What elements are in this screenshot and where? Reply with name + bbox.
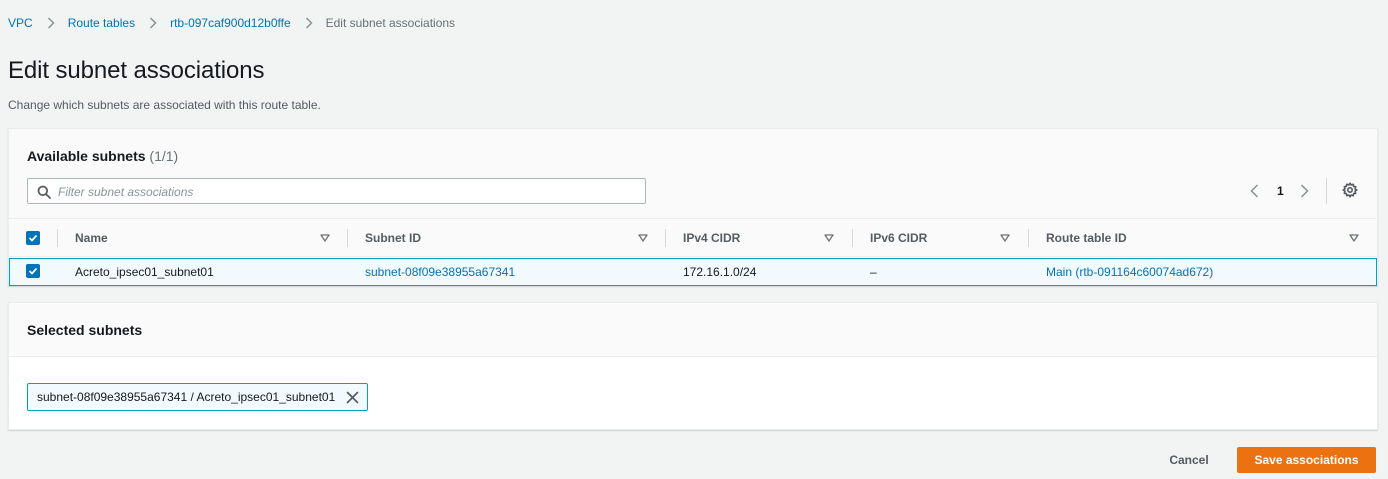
cancel-button[interactable]: Cancel — [1154, 447, 1224, 473]
selected-subnets-title: Selected subnets — [27, 322, 143, 338]
sort-caret-icon[interactable] — [638, 233, 648, 243]
column-header-name[interactable]: Name — [75, 219, 108, 257]
select-all-checkbox[interactable] — [26, 231, 40, 245]
available-subnets-count: (1/1) — [149, 148, 179, 164]
column-header-ipv6-cidr[interactable]: IPv6 CIDR — [870, 219, 927, 257]
available-subnets-title: Available subnets (1/1) — [27, 148, 178, 164]
checkmark-icon — [28, 267, 38, 275]
selected-subnet-token: subnet-08f09e38955a67341 / Acreto_ipsec0… — [27, 383, 369, 411]
pagination: 1 — [1247, 181, 1312, 201]
cell-subnet-id-link[interactable]: subnet-08f09e38955a67341 — [365, 259, 515, 285]
cell-ipv6-cidr: – — [870, 265, 877, 279]
breadcrumb-vpc[interactable]: VPC — [8, 16, 33, 30]
pager-divider — [1326, 178, 1327, 204]
sort-caret-icon[interactable] — [1349, 233, 1359, 243]
available-subnets-header: Available subnets (1/1) 1 — [9, 129, 1377, 219]
filter-box[interactable] — [27, 178, 646, 204]
close-icon[interactable] — [346, 391, 359, 404]
column-header-route-table-id[interactable]: Route table ID — [1046, 219, 1127, 257]
cell-route-table-link[interactable]: Main (rtb-091164c60074ad672) — [1046, 259, 1213, 285]
breadcrumb-current: Edit subnet associations — [325, 16, 456, 30]
column-divider — [347, 229, 348, 247]
column-divider — [57, 229, 58, 247]
save-associations-button[interactable]: Save associations — [1237, 447, 1376, 473]
available-subnets-panel: Available subnets (1/1) 1 — [8, 128, 1378, 286]
token-label: subnet-08f09e38955a67341 / Acreto_ipsec0… — [37, 390, 336, 404]
sort-caret-icon[interactable] — [824, 233, 834, 243]
chevron-right-icon[interactable] — [1298, 181, 1312, 201]
chevron-right-icon — [305, 17, 313, 29]
row-checkbox[interactable] — [26, 264, 40, 278]
breadcrumb-route-tables[interactable]: Route tables — [68, 16, 135, 30]
selected-subnets-panel: Selected subnets subnet-08f09e38955a6734… — [8, 302, 1378, 430]
chevron-right-icon — [47, 17, 55, 29]
breadcrumb: VPC Route tables rtb-097caf900d12b0ffe E… — [8, 16, 455, 30]
column-divider — [665, 229, 666, 247]
breadcrumb-route-table-id[interactable]: rtb-097caf900d12b0ffe — [170, 16, 291, 30]
table-header: Name Subnet ID IPv4 CIDR IPv6 CIDR Route… — [9, 219, 1377, 257]
table-row[interactable]: Acreto_ipsec01_subnet01 subnet-08f09e389… — [9, 258, 1377, 286]
checkmark-icon — [28, 234, 38, 242]
sort-caret-icon[interactable] — [320, 233, 330, 243]
column-header-ipv4-cidr[interactable]: IPv4 CIDR — [683, 219, 740, 257]
column-header-subnet-id[interactable]: Subnet ID — [365, 219, 421, 257]
page-number[interactable]: 1 — [1277, 184, 1284, 198]
chevron-right-icon — [149, 17, 157, 29]
filter-input[interactable] — [58, 183, 638, 200]
chevron-left-icon[interactable] — [1247, 181, 1261, 201]
cell-name: Acreto_ipsec01_subnet01 — [75, 265, 214, 279]
column-divider — [852, 229, 853, 247]
page-description: Change which subnets are associated with… — [8, 98, 321, 112]
selected-subnets-header: Selected subnets — [9, 303, 1377, 357]
column-divider — [1028, 229, 1029, 247]
cell-ipv4-cidr: 172.16.1.0/24 — [683, 265, 757, 279]
page-title: Edit subnet associations — [8, 57, 265, 84]
sort-caret-icon[interactable] — [1000, 233, 1010, 243]
available-subnets-title-text: Available subnets — [27, 148, 146, 164]
search-icon — [37, 185, 51, 199]
gear-icon[interactable] — [1342, 182, 1358, 198]
